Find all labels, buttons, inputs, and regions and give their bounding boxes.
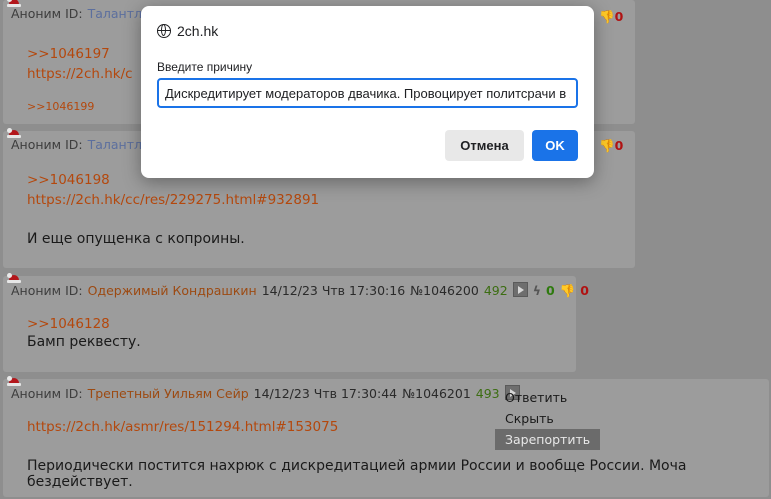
- globe-icon: [157, 24, 171, 38]
- cancel-button[interactable]: Отмена: [445, 130, 524, 161]
- dislike-count: 0: [614, 9, 624, 24]
- post-header: Аноним ID: Талантли: [11, 6, 155, 21]
- post-header: Аноним ID: Одержимый Кондрашкин 14/12/23 Ч…: [11, 282, 594, 299]
- menu-item-reply[interactable]: Ответить: [495, 387, 600, 408]
- post-count: 492: [483, 283, 508, 298]
- vote-block: 👎0: [599, 138, 623, 154]
- post-header: Аноним ID: Трепетный Уильям Сейр 14/12/23 …: [11, 385, 525, 401]
- santa-hat-icon: [7, 128, 21, 138]
- post: Аноним ID: Трепетный Уильям Сейр 14/12/23 …: [3, 376, 769, 497]
- santa-hat-icon: [7, 376, 21, 386]
- menu-item-hide[interactable]: Скрыть: [495, 408, 600, 429]
- post-header: Аноним ID: Талантли: [11, 137, 155, 152]
- post-text: Периодически постится нахрюк с дискредит…: [27, 458, 687, 490]
- dislike-count: 0: [614, 138, 624, 153]
- post-date: 14/12/23 Чтв 17:30:16: [261, 283, 406, 298]
- dislike-count: 0: [580, 283, 589, 298]
- post-url-link[interactable]: https://2ch.hk/cc/res/229275.html#932891: [27, 192, 319, 208]
- dislike-icon[interactable]: 👎: [560, 283, 576, 298]
- post-reply-link[interactable]: >>1046197: [27, 46, 110, 62]
- poster-name[interactable]: Трепетный Уильям Сейр: [88, 386, 249, 401]
- play-icon[interactable]: [512, 282, 528, 297]
- santa-hat-icon: [7, 273, 21, 283]
- post-text: Бамп реквесту.: [27, 334, 141, 350]
- post-context-menu: Ответить Скрыть Зарепортить: [495, 387, 601, 450]
- anon-label: Аноним ID:: [11, 6, 83, 21]
- post-text: И еще опущенка с копроины.: [27, 231, 245, 247]
- post: Аноним ID: Одержимый Кондрашкин 14/12/23 Ч…: [3, 273, 589, 372]
- anon-label: Аноним ID:: [11, 137, 83, 152]
- anon-label: Аноним ID:: [11, 283, 83, 298]
- dislike-icon[interactable]: 👎: [599, 9, 615, 24]
- post-reply-link[interactable]: >>1046198: [27, 172, 110, 188]
- post-reply-link[interactable]: >>1046128: [27, 316, 110, 332]
- post-date: 14/12/23 Чтв 17:30:44: [253, 386, 398, 401]
- reply-ref-link[interactable]: >>1046199: [27, 100, 94, 113]
- dialog-title: 2ch.hk: [157, 23, 218, 39]
- report-reason-dialog: 2ch.hk Введите причину Отмена OK: [141, 6, 594, 178]
- reason-input[interactable]: [157, 78, 578, 108]
- like-count: 0: [545, 283, 555, 298]
- post-number[interactable]: №1046201: [402, 386, 471, 401]
- dialog-label: Введите причину: [157, 60, 253, 74]
- menu-item-report[interactable]: Зарепортить: [495, 429, 601, 450]
- like-icon[interactable]: ϟ: [533, 283, 541, 298]
- dialog-site-name: 2ch.hk: [177, 23, 219, 39]
- post-number[interactable]: №1046200: [410, 283, 479, 298]
- vote-block: 👎0: [599, 9, 623, 25]
- anon-label: Аноним ID:: [11, 386, 83, 401]
- ok-button[interactable]: OK: [532, 130, 578, 161]
- post-url-link[interactable]: https://2ch.hk/c: [27, 66, 133, 82]
- poster-name[interactable]: Одержимый Кондрашкин: [88, 283, 257, 298]
- post-url-link[interactable]: https://2ch.hk/asmr/res/151294.html#1530…: [27, 419, 338, 435]
- dislike-icon[interactable]: 👎: [599, 138, 615, 153]
